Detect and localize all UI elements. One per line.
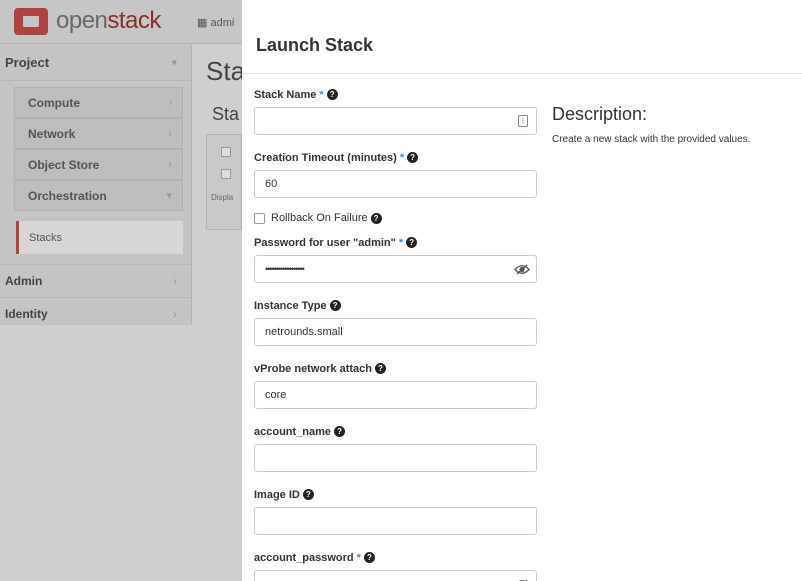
grid-icon: ▦ [197,17,211,29]
help-icon[interactable]: ? [407,152,419,163]
password-value: •••••••••••••••••• [265,264,305,274]
password-group: Password for user "admin" *? ••••••••••••… [254,236,538,283]
sidebar-item-orchestration[interactable]: Orchestration ▾ [14,180,183,211]
stack-name-input[interactable]: ⋮ [254,107,537,135]
description-text: Create a new stack with the provided val… [552,134,751,145]
timeout-label: Creation Timeout (minutes) [254,151,397,164]
image-id-input[interactable] [254,507,537,535]
sidebar-item-label: Network [28,126,76,141]
sidebar-item-stacks[interactable]: Stacks [16,221,183,254]
select-all-checkbox[interactable] [221,147,231,157]
help-icon[interactable]: ? [363,552,375,563]
stack-name-label: Stack Name [254,88,317,101]
help-icon[interactable]: ? [302,489,314,500]
row-checkbox[interactable] [221,169,231,179]
page-title: Sta [206,56,246,86]
sidebar-item-label: Identity [5,307,48,321]
openstack-logo-icon [14,7,48,35]
sidebar-item-compute[interactable]: Compute › [14,87,183,118]
sidebar-item-network[interactable]: Network › [14,118,183,149]
rollback-label: Rollback On Failure [271,212,368,224]
section-title: Sta [212,104,240,124]
image-id-group: Image ID? [254,488,538,535]
sidebar-item-admin[interactable]: Admin › [0,264,191,297]
logo-text-stack: stack [107,7,161,34]
rollback-checkbox[interactable] [254,212,265,224]
description-panel: Description: Create a new stack with the… [552,104,750,145]
chevron-right-icon: › [168,127,172,140]
sidebar-item-label: Stacks [29,231,63,244]
account-name-label: account_name [254,425,332,438]
help-icon[interactable]: ? [334,426,346,437]
help-icon[interactable]: ? [326,89,338,100]
account-password-input[interactable] [254,570,537,581]
logo-text-open: open [56,7,108,34]
required-mark: * [356,551,361,564]
show-password-icon[interactable] [514,264,530,275]
launch-stack-modal: Launch Stack Stack Name *? ⋮ Creation Tim… [242,0,802,581]
stack-name-group: Stack Name *? ⋮ [254,88,538,135]
password-label: Password for user "admin" [254,236,396,249]
chevron-down-icon: ▾ [166,190,172,202]
sidebar-item-label: Compute [28,95,80,110]
required-mark: * [319,88,324,101]
sidebar-item-object-store[interactable]: Object Store › [14,149,183,180]
stacks-table: Displa [206,134,242,230]
password-input[interactable]: •••••••••••••••••• [254,255,537,283]
rollback-checkbox-row[interactable]: Rollback On Failure? [254,211,538,225]
instance-type-input[interactable]: netrounds.small [254,318,537,346]
openstack-logo[interactable]: openstack [14,7,161,35]
timeout-input[interactable]: 60 [254,170,537,198]
modal-title: Launch Stack [256,35,374,55]
vprobe-value: core [265,389,287,401]
sidebar-item-label: Orchestration [28,188,107,203]
sidebar-item-label: Admin [5,274,43,288]
vprobe-label: vProbe network attach [254,362,372,375]
autofill-key-icon[interactable]: ⋮ [518,115,528,127]
sidebar: Project ▾ Compute › Network › Object Sto… [0,44,192,325]
account-password-group: account_password *? [254,551,538,581]
sidebar-item-project[interactable]: Project ▾ [0,44,191,81]
instance-type-group: Instance Type? netrounds.small [254,299,538,346]
launch-stack-form: Stack Name *? ⋮ Creation Timeout (minutes… [254,88,538,581]
required-mark: * [398,236,404,249]
instance-type-value: netrounds.small [265,326,343,338]
account-password-label: account_password [254,551,354,564]
help-icon[interactable]: ? [374,363,386,374]
table-footer-text: Displa [211,193,234,202]
account-name-input[interactable] [254,444,537,472]
chevron-right-icon: › [173,274,177,288]
sidebar-item-label: Object Store [28,157,100,172]
chevron-down-icon: ▾ [171,56,177,69]
vprobe-group: vProbe network attach? core [254,362,538,409]
help-icon[interactable]: ? [370,212,382,224]
project-switcher-label: admi [210,17,235,29]
modal-header: Launch Stack [242,0,802,74]
help-icon[interactable]: ? [406,237,418,248]
sidebar-item-identity[interactable]: Identity › [0,297,191,330]
timeout-value: 60 [265,178,278,190]
help-icon[interactable]: ? [329,300,341,311]
instance-type-label: Instance Type [254,299,327,312]
image-id-label: Image ID [254,488,300,501]
vprobe-input[interactable]: core [254,381,537,409]
chevron-right-icon: › [168,158,172,171]
description-title: Description: [552,104,648,124]
timeout-group: Creation Timeout (minutes) *? 60 [254,151,538,198]
chevron-right-icon: › [168,96,172,109]
project-switcher[interactable]: ▦ admi [197,16,234,29]
required-mark: * [399,151,405,164]
chevron-right-icon: › [173,307,177,321]
sidebar-item-label: Project [5,54,50,70]
account-name-group: account_name? [254,425,538,472]
